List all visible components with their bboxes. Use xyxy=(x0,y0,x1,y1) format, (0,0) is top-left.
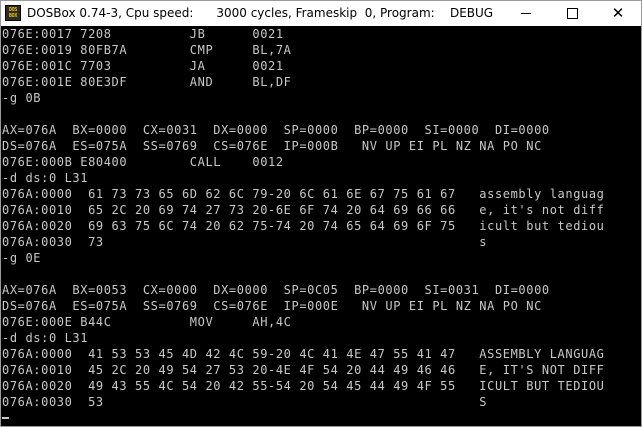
terminal-line: 076E:0019 80FB7A CMP BL,7A xyxy=(2,43,292,57)
terminal-line: 076A:0000 41 53 53 45 4D 42 4C 59-20 4C … xyxy=(2,347,605,361)
terminal-line: 076A:0020 49 43 55 4C 54 20 42 55-54 20 … xyxy=(2,379,605,393)
terminal-line: 076E:0017 7208 JB 0021 xyxy=(2,27,284,41)
maximize-icon xyxy=(566,8,578,19)
terminal-line: - xyxy=(2,411,10,425)
terminal-line: DS=076A ES=075A SS=0769 CS=076E IP=000B … xyxy=(2,139,542,153)
terminal-line: 076A:0010 45 2C 20 49 54 27 53 20-4E 4F … xyxy=(2,363,605,377)
close-icon: ✕ xyxy=(611,4,625,22)
terminal-line: AX=076A BX=0000 CX=0031 DX=0000 SP=0000 … xyxy=(2,123,550,137)
terminal-line: 076A:0030 53 S xyxy=(2,395,488,409)
title-bar[interactable]: DOS BOX DOSBox 0.74-3, Cpu speed: 3000 c… xyxy=(1,1,641,26)
terminal-line: 076E:001E 80E3DF AND BL,DF xyxy=(2,75,292,89)
terminal-line: 076E:001C 7703 JA 0021 xyxy=(2,59,284,73)
maximize-button[interactable] xyxy=(549,1,595,26)
terminal-line: 076E:000E B44C MOV AH,4C xyxy=(2,315,292,329)
dos-terminal-screen[interactable]: 076E:0017 7208 JB 0021 076E:0019 80FB7A C… xyxy=(1,26,641,426)
dosbox-app-icon[interactable]: DOS BOX xyxy=(5,5,21,21)
terminal-line: DS=076A ES=075A SS=0769 CS=076E IP=000E … xyxy=(2,299,542,313)
terminal-line: -g 0E xyxy=(2,251,42,265)
app-icon-label-bottom: BOX xyxy=(8,13,18,19)
minimize-button[interactable] xyxy=(503,1,549,26)
terminal-line: -d ds:0 L31 xyxy=(2,331,89,345)
minimize-icon xyxy=(521,13,531,14)
terminal-line: AX=076A BX=0053 CX=0000 DX=0000 SP=0C05 … xyxy=(2,283,550,297)
terminal-line: 076A:0030 73 s xyxy=(2,235,488,249)
dosbox-window: DOS BOX DOSBox 0.74-3, Cpu speed: 3000 c… xyxy=(0,0,642,427)
window-title: DOSBox 0.74-3, Cpu speed: 3000 cycles, F… xyxy=(27,6,494,20)
terminal-line: 076E:000B E80400 CALL 0012 xyxy=(2,155,284,169)
terminal-line: 076A:0000 61 73 73 65 6D 62 6C 79-20 6C … xyxy=(2,187,605,201)
terminal-line: -d ds:0 L31 xyxy=(2,171,89,185)
terminal-line: 076A:0020 69 63 75 6C 74 20 62 75-74 20 … xyxy=(2,219,605,233)
terminal-line: -g 0B xyxy=(2,91,42,105)
terminal-line: 076A:0010 65 2C 20 69 74 27 73 20-6E 6F … xyxy=(2,203,605,217)
close-button[interactable]: ✕ xyxy=(595,1,641,26)
